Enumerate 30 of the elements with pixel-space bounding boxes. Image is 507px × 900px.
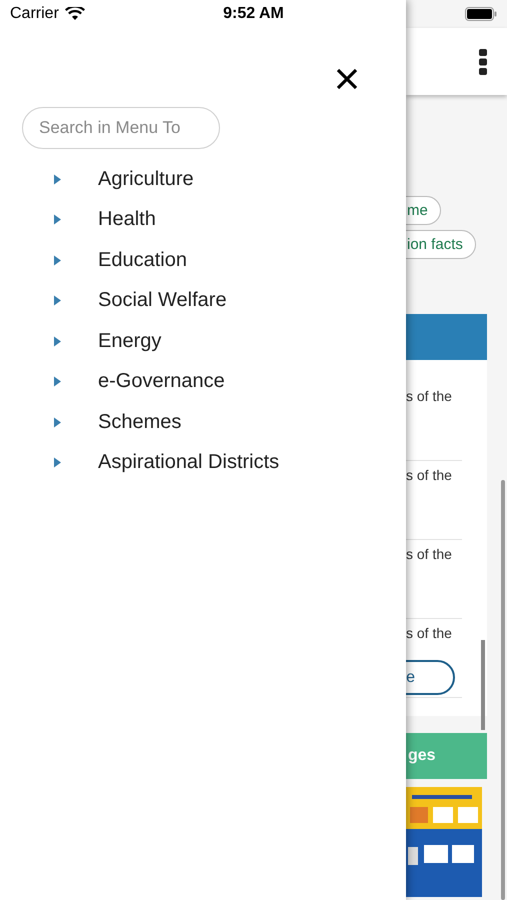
menu-item[interactable]: Schemes [98, 410, 182, 434]
caret-icon[interactable] [53, 295, 62, 306]
caret-icon[interactable] [53, 376, 62, 388]
clock-time: 9:52 AM [223, 5, 284, 23]
menu-item[interactable]: Energy [98, 330, 162, 353]
menu-item[interactable]: e-Governance [98, 370, 225, 394]
caret-icon[interactable] [53, 416, 62, 428]
menu-item[interactable]: Health [98, 208, 156, 232]
caret-icon[interactable] [53, 174, 62, 185]
carrier-label: Carrier [10, 5, 59, 23]
news-text[interactable]: s of the [406, 540, 462, 562]
menu-item[interactable]: Education [98, 248, 187, 272]
search-field[interactable]: Search in Menu To [22, 107, 220, 149]
menu-item[interactable]: Social Welfare [98, 289, 227, 312]
menu-item[interactable]: Agriculture [98, 168, 194, 191]
battery-icon [465, 7, 497, 21]
topic-chip[interactable]: me [406, 196, 441, 225]
news-text[interactable]: s of the [406, 619, 462, 641]
topic-chip[interactable]: ion facts [406, 230, 476, 259]
news-text[interactable]: s of the [406, 461, 462, 483]
caret-icon[interactable] [53, 336, 62, 347]
caret-icon[interactable] [53, 254, 62, 266]
caret-icon[interactable] [53, 457, 62, 468]
menu-item[interactable]: Aspirational Districts [98, 451, 280, 474]
wifi-icon [64, 7, 85, 21]
news-text[interactable]: s of the [406, 382, 462, 404]
more-icon[interactable] [479, 48, 487, 74]
more-button[interactable]: e [406, 660, 455, 695]
caret-icon[interactable] [53, 214, 62, 226]
section-title: ges [407, 747, 436, 765]
